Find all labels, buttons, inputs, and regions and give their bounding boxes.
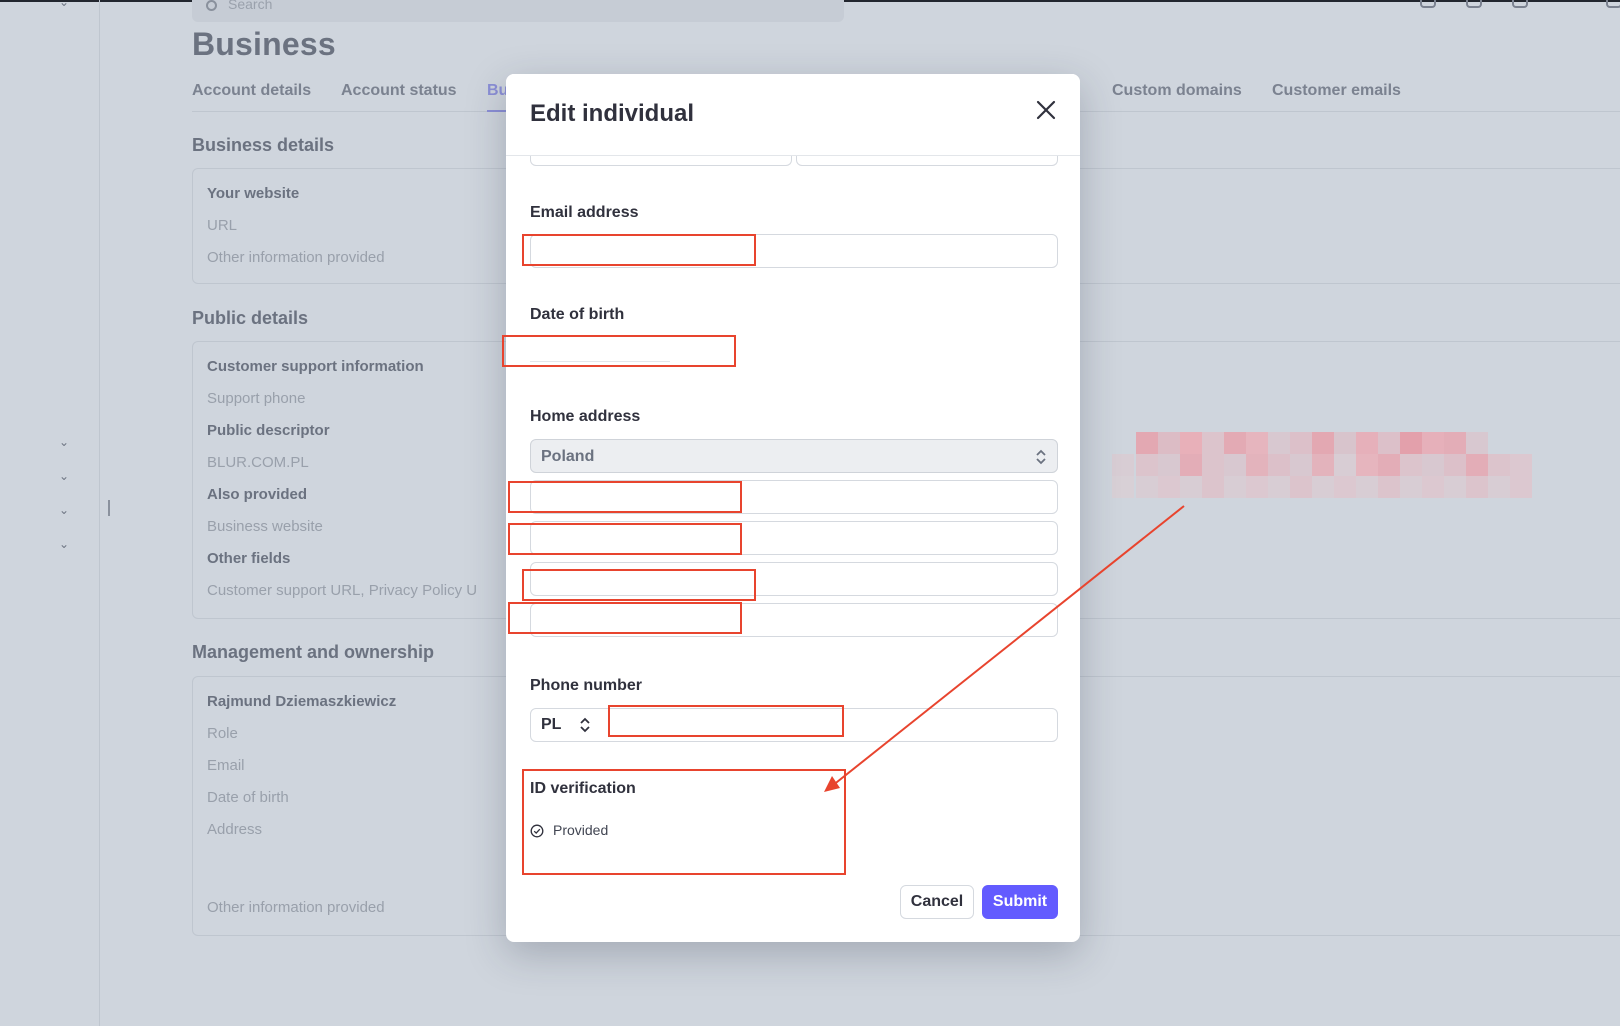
address-label: Address [207,821,263,838]
apps-icon[interactable] [1420,0,1436,8]
dob-input[interactable] [530,336,670,362]
id-status-text: Provided [553,822,609,838]
also-provided-heading: Also provided [207,486,308,503]
chevron-down-icon[interactable]: ⌄ [58,538,70,550]
tab-custom-domains[interactable]: Custom domains [1112,82,1242,100]
chevron-up-down-icon [1036,449,1046,465]
close-icon [1036,100,1056,120]
chat-icon[interactable] [1466,0,1482,8]
submit-button[interactable]: Submit [982,885,1058,919]
country-value: Poland [541,448,595,465]
close-button[interactable] [1032,96,1060,124]
public-descriptor-value: BLUR.COM.PL [207,454,309,471]
support-info-heading: Customer support information [207,358,424,375]
chevron-down-icon[interactable]: ⌄ [58,470,70,482]
address-line2-input[interactable] [530,521,1058,555]
email-label: Email [207,757,245,774]
search-placeholder: Search [228,0,273,12]
first-name-input[interactable] [530,156,792,166]
resize-handle[interactable] [108,500,110,516]
home-address-label: Home address [530,408,641,425]
public-details-title: Public details [192,308,309,328]
chevron-down-icon[interactable]: ⌄ [58,436,70,448]
url-label: URL [207,217,238,234]
chevron-up-down-icon [580,717,590,733]
search-bar[interactable]: Search [192,0,844,22]
city-input[interactable] [530,562,1058,596]
phone-country-select[interactable]: PL [531,709,607,741]
phone-input[interactable] [615,709,1055,741]
other-info-label: Other information provided [207,249,385,266]
business-details-title: Business details [192,135,335,155]
last-name-input[interactable] [796,156,1058,166]
dialog-header: Edit individual [506,74,1080,156]
other-fields-heading: Other fields [207,550,291,567]
dob-label: Date of birth [530,306,625,323]
search-icon [206,0,217,11]
sidebar: ⌄ ⌄ ⌄ ⌄ ⌄ [0,0,100,1026]
email-label: Email address [530,204,639,221]
management-title: Management and ownership [192,642,435,662]
email-input[interactable] [530,234,1058,268]
business-website-label: Business website [207,518,323,535]
dob-label: Date of birth [207,789,289,806]
phone-label: Phone number [530,677,643,694]
chevron-down-icon[interactable]: ⌄ [58,504,70,516]
pixelated-redaction [1112,432,1532,498]
other-info-label: Other information provided [207,899,385,916]
page-title: Business [192,26,336,62]
tab-customer-emails[interactable]: Customer emails [1272,82,1401,100]
cancel-button[interactable]: Cancel [900,885,974,919]
chevron-down-icon[interactable]: ⌄ [58,0,70,8]
active-tab-indicator [487,110,507,112]
phone-country-code: PL [541,716,562,733]
tab-account-details[interactable]: Account details [192,82,311,100]
tab-account-status[interactable]: Account status [341,82,457,100]
phone-field: PL [530,708,1058,742]
other-fields-value: Customer support URL, Privacy Policy U [207,582,478,599]
settings-icon[interactable] [1606,0,1620,8]
dialog-title: Edit individual [530,100,695,127]
person-name: Rajmund Dziemaszkiewicz [207,693,397,710]
address-line1-input[interactable] [530,480,1058,514]
edit-individual-dialog: Edit individual Email address Date of bi… [506,74,1080,942]
bell-icon[interactable] [1512,0,1528,8]
check-circle-icon [530,824,544,838]
postal-code-input[interactable] [530,603,1058,637]
public-descriptor-heading: Public descriptor [207,422,330,439]
country-select[interactable]: Poland [530,439,1058,473]
website-heading: Your website [207,185,300,202]
id-verification-label: ID verification [530,780,636,797]
role-label: Role [207,725,238,742]
support-phone-label: Support phone [207,390,306,407]
